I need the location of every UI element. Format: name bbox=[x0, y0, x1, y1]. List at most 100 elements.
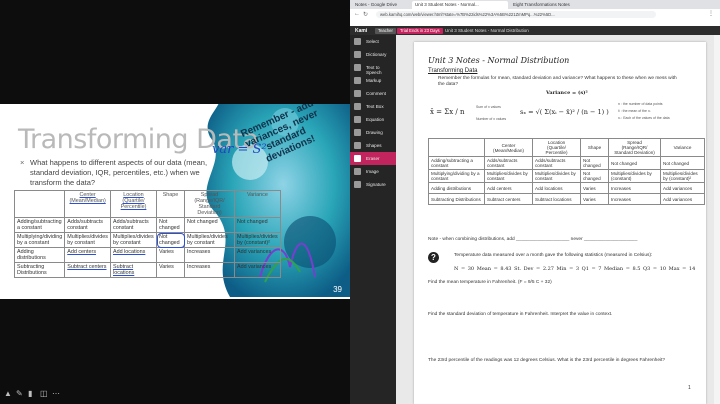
highlighter-icon[interactable]: ▮ bbox=[28, 389, 37, 398]
document-page: Unit 3 Notes - Normal Distribution Trans… bbox=[414, 42, 706, 404]
tool-select[interactable]: Select bbox=[350, 35, 396, 48]
tool-signature[interactable]: Signature bbox=[350, 178, 396, 191]
table-header: Spread (Range/IQR/ Standard Deviation) bbox=[608, 138, 661, 157]
teacher-badge[interactable]: Teacher bbox=[375, 27, 396, 34]
table-cell: Add centers bbox=[64, 247, 111, 263]
tool-markup[interactable]: Markup bbox=[350, 74, 396, 87]
tool-text-to-speech[interactable]: Text to Speech bbox=[350, 61, 396, 75]
tool-comment[interactable]: Comment bbox=[350, 87, 396, 100]
table-cell: Multiplying/dividing by a constant bbox=[428, 169, 485, 183]
page-number: 1 bbox=[688, 385, 691, 391]
table-cell: Add locations bbox=[532, 182, 581, 194]
legend-line: xᵢ : Each of the values of the data bbox=[618, 116, 670, 120]
table-cell: Add variances bbox=[234, 262, 281, 278]
sum-label: Sum of x values bbox=[476, 105, 501, 109]
screen: Transforming Data × What happens to diff… bbox=[0, 0, 720, 404]
textbox-icon bbox=[354, 103, 361, 110]
table-cell: Adds/subtracts constant bbox=[484, 156, 533, 170]
image-icon bbox=[354, 168, 361, 175]
table-cell: Adding distributions bbox=[428, 182, 485, 194]
notes-table: Center (Mean/Median) Location (Quartile/… bbox=[428, 138, 705, 205]
tool-image[interactable]: Image bbox=[350, 165, 396, 178]
table-cell: Add centers bbox=[484, 182, 533, 194]
table-cell: Increases bbox=[184, 262, 235, 278]
table-row: Subtracting Distributions Subtract cente… bbox=[428, 193, 705, 205]
table-cell: Multiplying/dividing by a constant bbox=[13, 232, 66, 248]
browser-tab-active[interactable]: Unit 3 Student Notes - Normal... bbox=[412, 1, 508, 9]
browser-tab[interactable]: Eight Transformations Notes bbox=[510, 1, 596, 9]
table-cell: Adding/subtracting a constant bbox=[13, 217, 66, 233]
table-cell: Adding distributions bbox=[13, 247, 66, 263]
pen-icon[interactable]: ✎ bbox=[16, 389, 25, 398]
table-row: Subtracting Distributions Subtract cente… bbox=[13, 262, 281, 278]
table-cell: Multiplies/divides by constant bbox=[532, 169, 581, 183]
table-header: Variance bbox=[660, 138, 705, 157]
question-2: Find the standard deviation of temperatu… bbox=[428, 312, 613, 317]
count-label: Number of x values bbox=[476, 117, 507, 121]
table-cell: Adds/subtracts constant bbox=[110, 217, 157, 233]
slide-table: Center (Mean/Median) Location (Quartile/… bbox=[13, 190, 281, 278]
question-3: The 23rd percentile of the readings was … bbox=[428, 358, 666, 363]
table-header-row: Center (Mean/Median) Location (Quartile/… bbox=[428, 138, 705, 157]
table-row: Adding distributions Add centers Add loc… bbox=[428, 182, 705, 194]
kami-header: Kami Teacher Trial Ends in 23 Days Unit … bbox=[350, 26, 720, 35]
table-header: Location (Quartile/ Percentile) bbox=[110, 190, 157, 218]
back-icon[interactable]: ← bbox=[354, 11, 360, 17]
tool-equation[interactable]: Equation bbox=[350, 113, 396, 126]
table-cell: Not changed bbox=[184, 217, 235, 233]
doc-title: Unit 3 Notes - Normal Distribution bbox=[428, 56, 570, 65]
slide-question: × What happens to different aspects of o… bbox=[20, 158, 220, 188]
table-cell: Increases bbox=[608, 182, 661, 194]
table-cell: Not changed bbox=[660, 156, 705, 170]
section-heading: Transforming Data bbox=[428, 68, 478, 74]
table-cell: Not changed bbox=[156, 217, 185, 233]
slide: Transforming Data × What happens to diff… bbox=[0, 104, 350, 299]
browser-tab-strip: Notes - Google Drive Unit 3 Student Note… bbox=[350, 0, 720, 9]
handwritten-variance: var = S² bbox=[212, 142, 267, 157]
table-cell: Add variances bbox=[660, 182, 705, 194]
table-cell: Add variances bbox=[234, 247, 281, 263]
slide-number: 39 bbox=[333, 285, 342, 294]
speaker-icon bbox=[354, 64, 361, 71]
tool-eraser[interactable]: Eraser bbox=[350, 152, 396, 165]
table-cell: Not changed bbox=[156, 232, 185, 248]
table-cell: Subtract centers bbox=[484, 193, 533, 205]
table-row: Adding/subtracting a constant Adds/subtr… bbox=[428, 156, 705, 170]
table-cell: Subtracting Distributions bbox=[13, 262, 66, 278]
table-cell: Not changed bbox=[608, 156, 661, 170]
tool-dictionary[interactable]: Dictionary bbox=[350, 48, 396, 61]
tool-drawing[interactable]: Drawing bbox=[350, 126, 396, 139]
dictionary-icon bbox=[354, 51, 361, 58]
formula-area: Variance = (s)² x̄ = Σx / n Sum of x val… bbox=[428, 90, 698, 135]
more-icon[interactable]: ⋯ bbox=[52, 389, 61, 398]
eraser-icon[interactable]: ◫ bbox=[40, 389, 49, 398]
tool-text-box[interactable]: Text Box bbox=[350, 100, 396, 113]
bullet-icon: × bbox=[20, 158, 25, 167]
table-cell: Varies bbox=[580, 193, 609, 205]
url-field[interactable]: web.kamihq.com/web/viewer.html?state=%7B… bbox=[376, 11, 656, 18]
scrollbar[interactable] bbox=[714, 35, 720, 404]
stats-line: N = 30 Mean = 8.43 St. Dev = 2.27 Min = … bbox=[454, 266, 696, 272]
table-cell: Multiplies/divides by constant bbox=[110, 232, 157, 248]
table-cell: Subtract locations bbox=[532, 193, 581, 205]
video-panel: Transforming Data × What happens to diff… bbox=[0, 0, 350, 404]
remember-text: Remember the formulas for mean, standard… bbox=[438, 76, 677, 87]
slide-question-text: What happens to different aspects of our… bbox=[30, 158, 208, 187]
table-cell: Increases bbox=[608, 193, 661, 205]
table-cell: Adding/subtracting a constant bbox=[428, 156, 485, 170]
table-cell: Multiplies/divides by constant bbox=[64, 232, 111, 248]
reload-icon[interactable]: ↻ bbox=[363, 11, 368, 18]
table-header bbox=[13, 190, 66, 218]
table-cell: Add locations bbox=[110, 247, 157, 263]
tool-shapes[interactable]: Shapes bbox=[350, 139, 396, 152]
question-icon: ? bbox=[428, 252, 439, 263]
table-cell: Subtract locations bbox=[110, 262, 157, 278]
pencil-icon bbox=[354, 129, 361, 136]
pointer-icon[interactable]: ▲ bbox=[4, 389, 13, 398]
browser-tab[interactable]: Notes - Google Drive bbox=[352, 1, 410, 9]
table-cell: Multiplies/divides by (constant) bbox=[608, 169, 661, 183]
document-title: Unit 3 Student Notes - Normal Distributi… bbox=[445, 28, 529, 33]
menu-icon[interactable]: ⋮ bbox=[708, 10, 714, 17]
markup-icon bbox=[354, 77, 361, 84]
trial-badge[interactable]: Trial Ends in 23 Days bbox=[397, 27, 443, 34]
